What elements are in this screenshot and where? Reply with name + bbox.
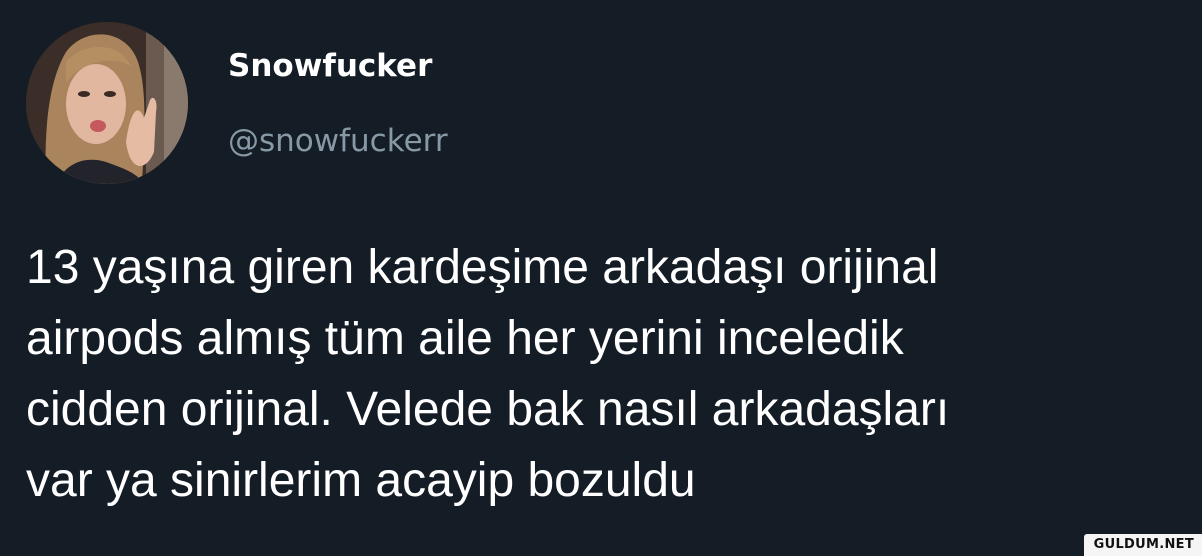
tweet-text: 13 yaşına giren kardeşime arkadaşı oriji… [26, 232, 1186, 516]
tweet-text-line: airpods almış tüm aile her yerini incele… [26, 312, 904, 365]
tweet-card: Snowfucker @snowfuckerr 13 yaşına giren … [0, 0, 1202, 556]
avatar[interactable] [26, 22, 188, 184]
display-name[interactable]: Snowfucker [228, 48, 432, 84]
avatar-image [26, 22, 188, 184]
tweet-text-line: cidden orijinal. Velede bak nasıl arkada… [26, 383, 950, 436]
tweet-text-line: 13 yaşına giren kardeşime arkadaşı oriji… [26, 241, 939, 294]
watermark: GULDUM.NET [1083, 534, 1202, 556]
user-handle[interactable]: @snowfuckerr [228, 123, 448, 159]
tweet-text-line: var ya sinirlerim acayip bozuldu [26, 454, 696, 507]
